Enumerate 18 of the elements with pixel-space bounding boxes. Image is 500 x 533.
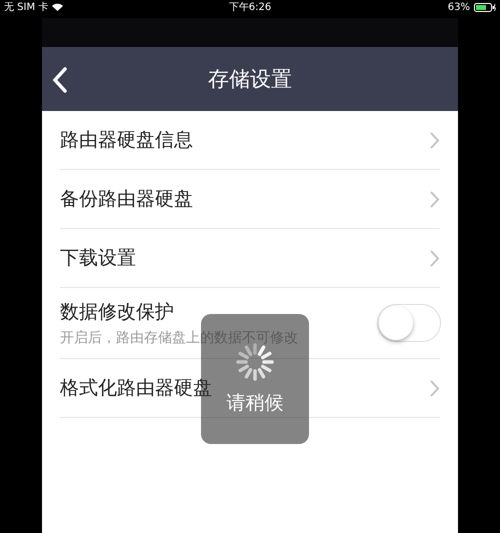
setting-label: 数据修改保护 — [60, 300, 175, 325]
carrier-text: 无 SIM 卡 — [4, 0, 48, 14]
settings-row[interactable]: 下载设置 — [60, 229, 440, 288]
chevron-icon — [430, 380, 440, 396]
page-title: 存储设置 — [208, 66, 292, 93]
settings-row[interactable]: 路由器硬盘信息 — [60, 111, 440, 170]
settings-row[interactable]: 备份路由器硬盘 — [60, 170, 440, 229]
spinner-icon — [235, 342, 275, 382]
chevron-icon — [430, 250, 440, 266]
toggle-switch[interactable] — [377, 304, 441, 342]
battery-percentage: 63% — [448, 2, 470, 12]
loading-message: 请稍候 — [226, 391, 284, 416]
chevron-icon — [430, 190, 440, 208]
clock-text: 下午6:26 — [228, 1, 272, 14]
battery-icon — [474, 2, 496, 12]
chevron-icon — [430, 132, 440, 148]
back-icon[interactable] — [52, 67, 68, 93]
wifi-icon — [52, 3, 64, 11]
